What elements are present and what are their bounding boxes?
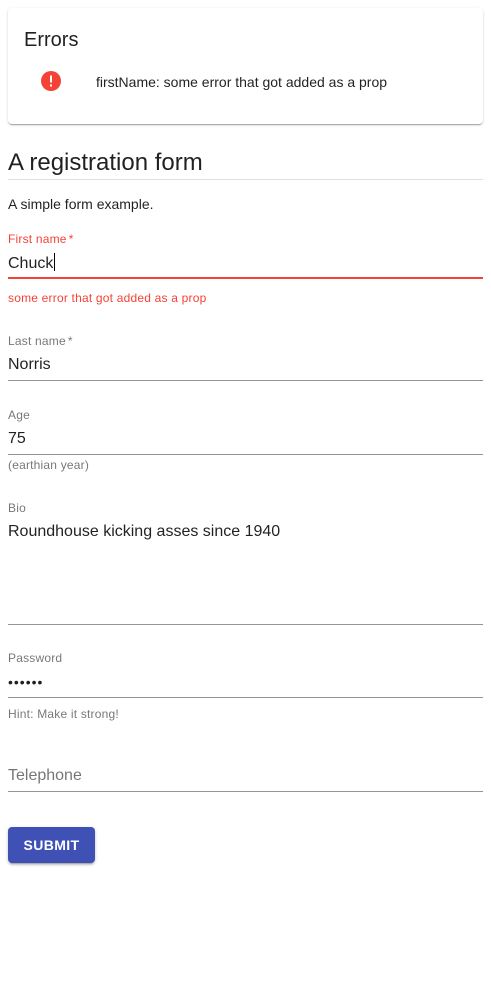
errors-title: Errors: [24, 29, 79, 51]
first-name-input[interactable]: Chuck: [8, 253, 483, 274]
age-label: Age: [8, 408, 30, 422]
bio-underline: [8, 624, 483, 625]
error-icon: [41, 71, 61, 91]
last-name-input[interactable]: Norris: [8, 355, 483, 375]
first-name-error-text: some error that got added as a prop: [8, 291, 207, 305]
telephone-field: Telephone: [8, 766, 483, 796]
age-underline: [8, 454, 483, 455]
bio-field: Bio Roundhouse kicking asses since 1940: [8, 501, 483, 626]
age-field: Age 75 (earthian year): [8, 408, 483, 478]
error-list-item: firstName: some error that got added as …: [8, 68, 483, 96]
last-name-underline: [8, 380, 483, 381]
submit-button[interactable]: SUBMIT: [8, 827, 95, 863]
password-field: Password •••••• Hint: Make it strong!: [8, 651, 483, 723]
form-title: A registration form: [8, 149, 203, 176]
telephone-label: Telephone: [8, 767, 82, 784]
form-description: A simple form example.: [8, 196, 154, 212]
telephone-underline: [8, 791, 483, 792]
password-helper-text: Hint: Make it strong!: [8, 707, 119, 721]
last-name-label: Last name *: [8, 334, 73, 348]
password-input[interactable]: ••••••: [8, 672, 483, 692]
first-name-label: First name *: [8, 232, 74, 246]
password-underline: [8, 697, 483, 698]
error-message: firstName: some error that got added as …: [96, 74, 388, 90]
errors-panel: Errors firstName: some error that got ad…: [8, 8, 483, 124]
age-helper-text: (earthian year): [8, 458, 90, 472]
bio-textarea[interactable]: Roundhouse kicking asses since 1940: [8, 522, 483, 620]
text-caret: [54, 253, 56, 271]
page: Errors firstName: some error that got ad…: [0, 0, 491, 1000]
first-name-underline: [8, 277, 483, 279]
bio-label: Bio: [8, 501, 26, 515]
age-input[interactable]: 75: [8, 429, 483, 449]
title-divider: [8, 179, 483, 180]
last-name-field: Last name * Norris: [8, 334, 483, 384]
password-label: Password: [8, 651, 63, 665]
first-name-field: First name * Chuck some error that got ad…: [8, 232, 483, 312]
telephone-input[interactable]: Telephone: [8, 766, 483, 786]
